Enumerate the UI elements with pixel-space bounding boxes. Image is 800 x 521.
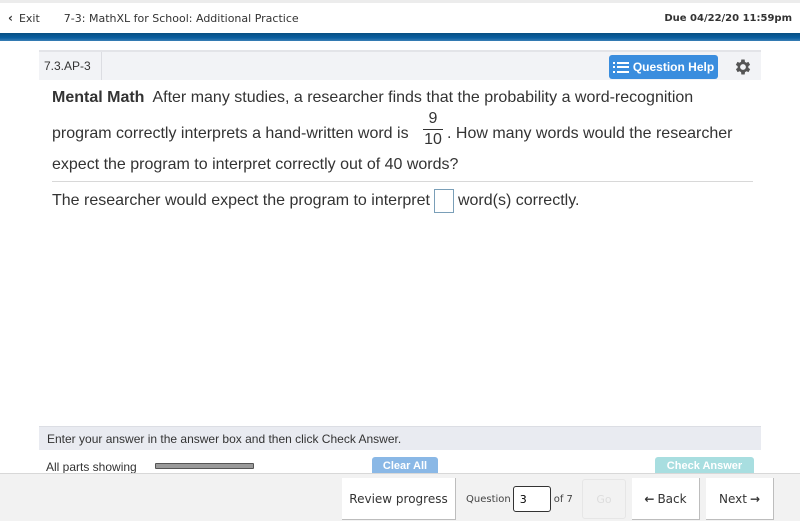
fraction: 9 10 xyxy=(423,110,443,149)
gear-icon[interactable] xyxy=(733,57,753,77)
parts-progress-bar xyxy=(155,463,254,469)
question-line-1: After many studies, a researcher finds t… xyxy=(152,89,694,106)
next-button[interactable]: Next → xyxy=(706,478,774,520)
question-line-2a: program correctly interprets a hand-writ… xyxy=(52,125,409,142)
question-line-3: expect the program to interpret correctl… xyxy=(52,156,459,173)
brand-bar xyxy=(0,33,800,41)
top-bar: ‹ Exit 7-3: MathXL for School: Additiona… xyxy=(0,3,800,33)
exit-button[interactable]: ‹ Exit xyxy=(8,11,40,25)
question-lead: Mental Math xyxy=(52,89,145,106)
question-number-input[interactable] xyxy=(512,486,551,512)
instructions-bar: Enter your answer in the answer box and … xyxy=(39,426,761,450)
question-header: 7.3.AP-3 Question Help xyxy=(39,50,761,80)
question-help-button[interactable]: Question Help xyxy=(609,55,718,79)
arrow-left-icon: ← xyxy=(644,491,655,506)
review-progress-button[interactable]: Review progress xyxy=(342,478,456,520)
bottom-navigation: Review progress Question of 7 Go ← Back … xyxy=(0,473,800,521)
fraction-bar xyxy=(423,129,443,130)
question-help-label: Question Help xyxy=(632,60,715,74)
instructions-text: Enter your answer in the answer box and … xyxy=(47,431,402,446)
arrow-right-icon: → xyxy=(749,491,761,506)
question-label: Question xyxy=(466,493,511,505)
chevron-left-icon: ‹ xyxy=(8,11,13,25)
fraction-denominator: 10 xyxy=(424,131,442,148)
parts-label: All parts showing xyxy=(46,460,137,474)
assignment-title: 7-3: MathXL for School: Additional Pract… xyxy=(63,11,299,25)
fraction-numerator: 9 xyxy=(428,110,438,127)
back-button[interactable]: ← Back xyxy=(632,478,700,520)
answer-sentence: The researcher would expect the program … xyxy=(52,189,579,213)
parts-row: All parts showing Clear All Check Answer xyxy=(39,450,761,477)
answer-suffix: word(s) correctly. xyxy=(457,192,580,209)
exit-label: Exit xyxy=(18,11,40,25)
question-id: 7.3.AP-3 xyxy=(39,52,102,80)
answer-input[interactable] xyxy=(433,189,454,213)
due-date: Due 04/22/20 11:59pm xyxy=(664,12,792,24)
question-total: of 7 xyxy=(553,493,573,505)
question-divider xyxy=(52,181,753,182)
question-jump: Question of 7 xyxy=(466,478,573,520)
back-label: Back xyxy=(657,491,687,506)
answer-prefix: The researcher would expect the program … xyxy=(52,192,430,209)
list-icon xyxy=(612,61,629,73)
question-line-2b: . How many words would the researcher xyxy=(447,125,733,142)
go-button[interactable]: Go xyxy=(582,479,626,519)
next-label: Next xyxy=(718,491,747,506)
